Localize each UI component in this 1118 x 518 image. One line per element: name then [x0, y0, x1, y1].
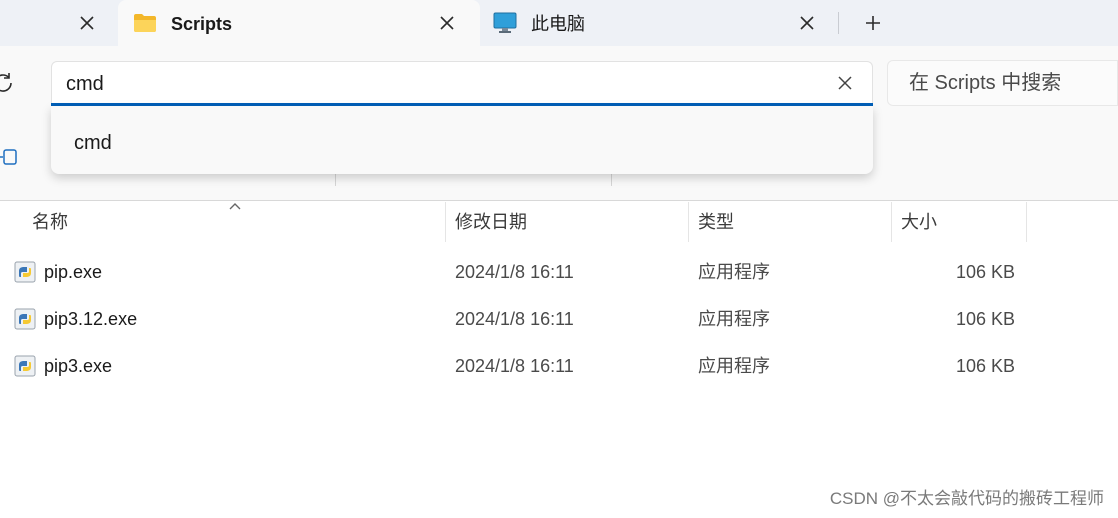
python-exe-icon: [14, 261, 36, 283]
column-divider[interactable]: [445, 202, 446, 242]
file-date: 2024/1/8 16:11: [455, 356, 574, 376]
tab-separator: [838, 12, 839, 34]
file-type: 应用程序: [698, 356, 770, 376]
tab-title: Scripts: [171, 14, 233, 34]
search-placeholder[interactable]: 在 Scripts 中搜索: [909, 71, 1061, 95]
tab-close-button[interactable]: [793, 9, 821, 37]
file-row[interactable]: pip3.exe 2024/1/8 16:11 应用程序 106 KB: [0, 343, 1030, 390]
file-name: pip.exe: [44, 262, 103, 282]
plus-icon: [866, 16, 880, 30]
file-size: 106 KB: [955, 309, 1015, 329]
file-size: 106 KB: [955, 356, 1015, 376]
file-name: pip3.12.exe: [44, 309, 138, 329]
file-type: 应用程序: [698, 309, 770, 329]
column-divider[interactable]: [1026, 202, 1027, 242]
suggestion-item[interactable]: cmd: [74, 131, 112, 155]
tab-close-button[interactable]: [433, 9, 461, 37]
file-date: 2024/1/8 16:11: [455, 262, 574, 282]
column-divider[interactable]: [891, 202, 892, 242]
python-exe-icon: [14, 355, 36, 377]
file-row[interactable]: pip3.12.exe 2024/1/8 16:11 应用程序 106 KB: [0, 296, 1030, 343]
file-type: 应用程序: [698, 262, 770, 282]
file-row[interactable]: pip.exe 2024/1/8 16:11 应用程序 106 KB: [0, 249, 1030, 296]
tab-close-button[interactable]: [73, 9, 101, 37]
watermark: CSDN @不太会敲代码的搬砖工程师: [829, 489, 1104, 508]
column-divider[interactable]: [688, 202, 689, 242]
close-icon: [80, 16, 94, 30]
tab-title: 此电脑: [531, 14, 585, 34]
address-clear-button[interactable]: [832, 70, 858, 96]
sort-ascending-icon: [229, 203, 241, 210]
close-icon: [838, 76, 852, 90]
refresh-icon[interactable]: [0, 70, 16, 96]
file-date: 2024/1/8 16:11: [455, 309, 574, 329]
new-item-icon[interactable]: [0, 147, 18, 167]
address-suggestion-dropdown: [51, 106, 873, 174]
new-tab-button[interactable]: [858, 8, 888, 38]
file-name: pip3.exe: [44, 356, 113, 376]
column-header-type[interactable]: 类型: [698, 211, 734, 233]
column-header-date[interactable]: 修改日期: [455, 211, 527, 233]
column-header-size[interactable]: 大小: [901, 211, 937, 233]
python-exe-icon: [14, 308, 36, 330]
tab-previous[interactable]: [0, 0, 118, 46]
address-input[interactable]: [51, 61, 873, 105]
file-size: 106 KB: [955, 262, 1015, 282]
tab-scripts[interactable]: Scripts: [118, 0, 480, 48]
close-icon: [440, 16, 454, 30]
header-top-border: [0, 200, 1118, 201]
monitor-icon: [493, 12, 517, 33]
close-icon: [800, 16, 814, 30]
address-input-value[interactable]: cmd: [66, 72, 104, 96]
column-header-name[interactable]: 名称: [32, 211, 68, 233]
folder-icon: [134, 14, 156, 32]
toolbar-divider: [611, 172, 612, 186]
tab-this-pc[interactable]: 此电脑: [480, 0, 838, 46]
toolbar-divider: [335, 172, 336, 186]
